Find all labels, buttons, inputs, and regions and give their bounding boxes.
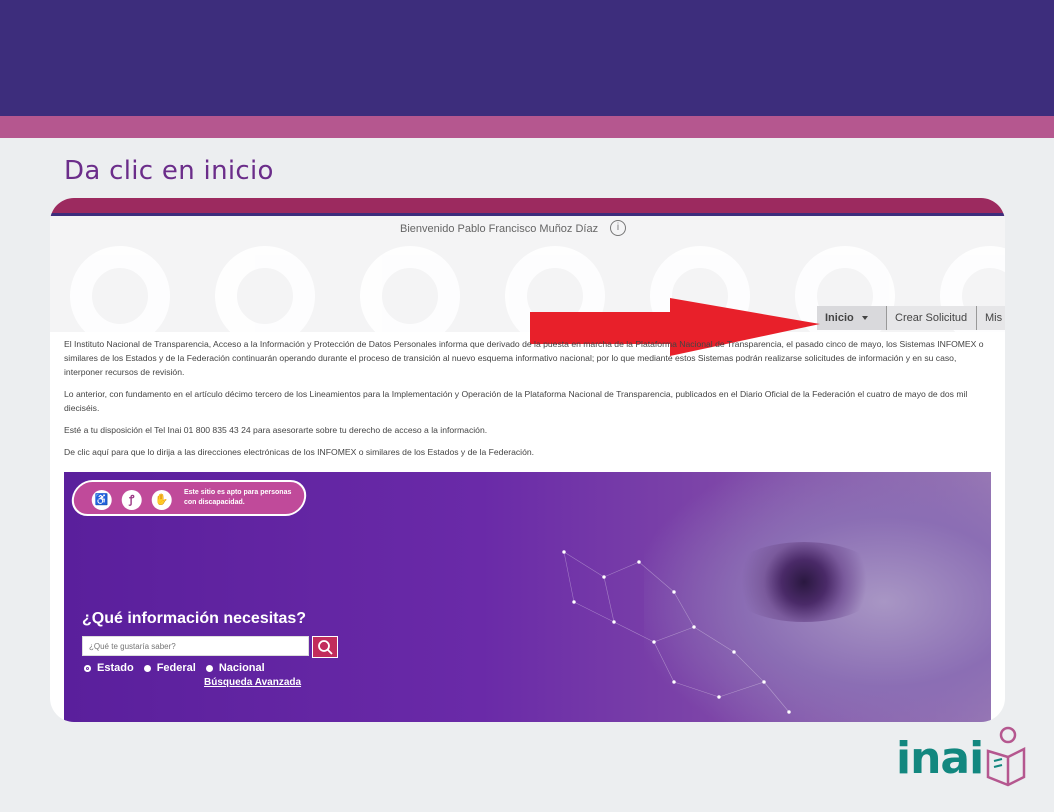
sign-language-icon: ✋ <box>151 490 172 510</box>
search-input[interactable] <box>82 636 309 656</box>
slide-title: Da clic en inicio <box>64 156 274 186</box>
radio-icon <box>205 664 213 672</box>
nav-crear-solicitud[interactable]: Crear Solicitud <box>887 306 977 330</box>
site-top-bar <box>50 198 1005 216</box>
radio-nacional[interactable]: Nacional <box>205 662 265 674</box>
accessibility-text: Este sitio es apto para personas con dis… <box>184 489 292 506</box>
radio-federal[interactable]: Federal <box>143 662 196 674</box>
radio-label: Federal <box>156 662 196 674</box>
search-button[interactable] <box>312 636 338 658</box>
pattern-swirl <box>360 246 460 332</box>
wheelchair-icon: ♿ <box>91 490 112 510</box>
notice-paragraph: Esté a tu disposición el Tel Inai 01 800… <box>64 425 488 435</box>
notice-link-paragraph[interactable]: De clic aquí para que lo dirija a las di… <box>64 445 989 459</box>
radio-selected-icon <box>84 664 91 672</box>
slide-header-band <box>0 0 1054 116</box>
radio-label: Nacional <box>218 662 265 674</box>
reader-icon <box>986 726 1026 787</box>
hearing-icon: ꝭ <box>121 490 142 510</box>
nav-mis[interactable]: Mis <box>977 306 1005 330</box>
info-icon[interactable]: i <box>610 220 626 236</box>
radio-icon <box>143 664 151 672</box>
notice-paragraph: Lo anterior, con fundamento en el artícu… <box>64 389 968 413</box>
network-dots-graphic <box>562 550 791 714</box>
search-icon <box>318 640 333 655</box>
search-heading: ¿Qué información necesitas? <box>82 610 307 627</box>
accessibility-badge[interactable]: ♿ ꝭ ✋ Este sitio es apto para personas c… <box>69 480 309 516</box>
notice-paragraph: El Instituto Nacional de Transparencia, … <box>64 339 984 377</box>
radio-label: Estado <box>97 662 134 674</box>
welcome-message: Bienvenido Pablo Francisco Muñoz Díaz <box>400 223 599 235</box>
notice-text: El Instituto Nacional de Transparencia, … <box>64 337 989 467</box>
scope-radio-group: Estado Federal Nacional <box>84 662 265 674</box>
advanced-search-link[interactable]: Búsqueda Avanzada <box>204 677 301 688</box>
radio-estado[interactable]: Estado <box>84 662 134 674</box>
screenshot-card: Bienvenido Pablo Francisco Muñoz Díaz i … <box>50 198 1005 722</box>
pattern-swirl <box>215 246 315 332</box>
slide-accent-band <box>0 116 1054 138</box>
logo-text: inai <box>896 733 984 784</box>
inai-logo: inai <box>896 725 1026 789</box>
search-banner: ♿ ꝭ ✋ Este sitio es apto para personas c… <box>64 472 991 722</box>
pattern-swirl <box>70 246 170 332</box>
